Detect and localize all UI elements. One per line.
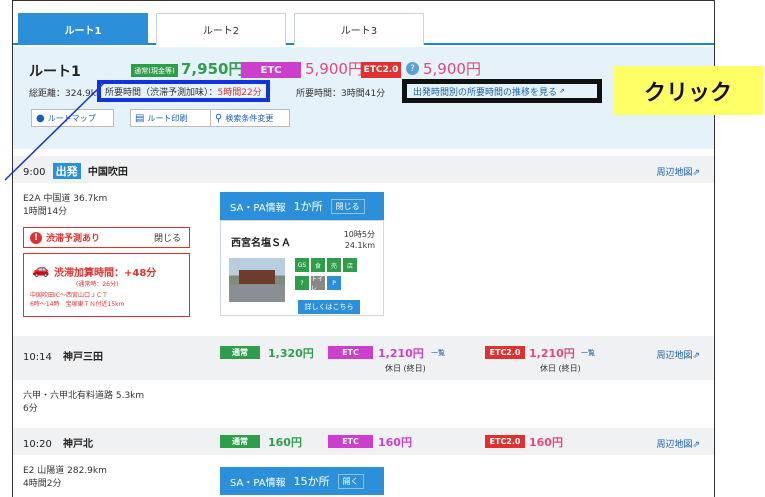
stop-row: 9:00 出発 中国吹田 周辺地図⇗ xyxy=(13,156,714,183)
normal-toll-price: 160円 xyxy=(268,436,302,449)
stop-time: 10:20 xyxy=(23,439,52,450)
car-icon: 🚗 xyxy=(32,262,50,278)
sa-details-button[interactable]: 詳しくはこちら xyxy=(298,300,360,314)
etc-fare-badge: ETC xyxy=(241,62,301,78)
congestion-forecast-toggle[interactable]: ! 渋滞予測あり 閉じる xyxy=(23,227,190,248)
route-result-panel: ルート1 ルート2 ルート3 ルート1 通常(現金等) 7,950円 ETC 5… xyxy=(12,0,715,497)
nearby-map-link-label[interactable]: 周辺地図 xyxy=(656,440,692,450)
stop-name: 神戸北 xyxy=(63,439,94,450)
etc2-toll-price: 1,210円 xyxy=(529,347,575,360)
sa-pa-count: 1か所 xyxy=(293,200,323,213)
travel-time-label: 所要時間（渋滞予測加味）： xyxy=(105,87,218,98)
route-tabs: ルート1 ルート2 ルート3 xyxy=(13,1,714,45)
etc2-toll-badge: ETC2.0 xyxy=(485,346,525,359)
stop-time: 10:14 xyxy=(23,352,52,363)
change-search-button[interactable]: ⚲ 検索条件変更 xyxy=(210,109,290,127)
tab-route-1[interactable]: ルート1 xyxy=(18,13,148,45)
alert-icon: ! xyxy=(30,231,42,244)
congestion-added-time: 渋滞加算時間：+48分 xyxy=(54,268,157,279)
sa-pa-panel-header[interactable]: SA・PA情報 15か所 開く xyxy=(220,467,384,495)
etc-fare-price: 5,900円 xyxy=(305,60,363,78)
segment-duration: 6分 xyxy=(23,404,38,414)
sa-pa-open-button[interactable]: 開く xyxy=(337,473,364,489)
tab-route-3[interactable]: ルート3 xyxy=(294,13,424,45)
printer-icon: ▤ xyxy=(135,112,145,124)
sa-pa-close-button[interactable]: 閉じる xyxy=(330,198,365,214)
route-title: ルート1 xyxy=(29,64,81,80)
change-search-button-label: 検索条件変更 xyxy=(225,113,274,123)
segment-road: 六甲・六甲北有料道路 5.3km xyxy=(23,391,145,401)
etc-list-link[interactable]: 一覧 xyxy=(431,348,445,358)
normal-fare-price: 7,950円 xyxy=(181,60,244,78)
nearby-map-link[interactable]: 周辺地図⇗ xyxy=(656,348,700,361)
normal-toll-badge: 通常 xyxy=(220,346,260,359)
info-icon: ? xyxy=(295,276,309,290)
sa-name: 西宮名塩ＳＡ xyxy=(231,238,291,249)
etc2-list-link[interactable]: 一覧 xyxy=(581,348,595,358)
etc2-toll-badge: ETC2.0 xyxy=(485,435,525,448)
route-print-button-label: ルート印刷 xyxy=(147,113,188,123)
etc-toll-badge: ETC xyxy=(328,346,373,359)
segment-duration: 4時間2分 xyxy=(23,479,62,489)
congestion-time-location: 6時～14時 宝塚東ＴＮ付近15km xyxy=(30,301,125,308)
travel-time-value: 5時間22分 xyxy=(217,87,262,98)
restaurant-icon: 食 xyxy=(311,258,325,272)
sa-pa-title: SA・PA情報 xyxy=(230,477,286,489)
nearby-map-link[interactable]: 周辺地図⇗ xyxy=(656,165,700,178)
stop-row: 10:14 神戸三田 通常 1,320円 ETC 1,210円 一覧 休日 (終… xyxy=(13,336,714,380)
nearby-map-link[interactable]: 周辺地図⇗ xyxy=(656,437,700,450)
etc2-fare-price: 5,900円 xyxy=(423,60,481,78)
congestion-section: 中国吹田IC～西宮山口ＪＣＴ xyxy=(30,292,108,299)
store-icon: 店 xyxy=(343,258,357,272)
etc2-fare-badge: ETC2.0 xyxy=(361,62,401,78)
etc-toll-price: 160円 xyxy=(378,436,412,449)
stop-name: 神戸三田 xyxy=(63,352,104,363)
nearby-map-link-label[interactable]: 周辺地図 xyxy=(656,351,692,361)
nearby-map-link-label[interactable]: 周辺地図 xyxy=(656,168,692,178)
normal-toll-badge: 通常 xyxy=(220,435,260,448)
search-icon: ⚲ xyxy=(215,112,223,124)
etc-holiday-note: 休日 (終日) xyxy=(385,364,426,373)
route-print-button[interactable]: ▤ ルート印刷 xyxy=(130,109,212,127)
time-trend-link-label[interactable]: 出発時間別の所要時間の推移を見る xyxy=(413,85,557,98)
segment-road: E2 山陽道 282.9km xyxy=(23,466,107,476)
etc2-holiday-note: 休日 (終日) xyxy=(540,364,581,373)
sa-pa-count: 15か所 xyxy=(293,475,330,488)
normal-fare-badge: 通常(現金等) xyxy=(131,64,178,77)
sa-pa-card: 西宮名塩ＳＡ 10時5分 24.1km GS 食 売 店 ? トイレ P 詳しく… xyxy=(220,220,384,316)
segment-duration: 1時間14分 xyxy=(23,207,68,217)
toilet-icon: トイレ xyxy=(311,276,325,292)
segment-row: 六甲・六甲北有料道路 5.3km 6分 xyxy=(13,380,714,428)
etc2-toll-price: 160円 xyxy=(529,436,563,449)
time-trend-link[interactable]: 出発時間別の所要時間の推移を見る ⇗ xyxy=(402,79,602,103)
congestion-forecast-label: 渋滞予測あり xyxy=(46,234,101,244)
click-callout: クリック xyxy=(613,66,763,115)
normal-toll-price: 1,320円 xyxy=(268,347,314,360)
gas-station-icon: GS xyxy=(295,258,309,272)
sa-photo xyxy=(229,258,285,302)
sa-arrival-time: 10時5分 xyxy=(343,230,375,239)
sa-pa-title: SA・PA情報 xyxy=(230,202,286,214)
congestion-normal-time: (通常時：26分) xyxy=(76,281,119,288)
congestion-detail: 🚗 渋滞加算時間：+48分 (通常時：26分) 中国吹田IC～西宮山口ＪＣＴ 6… xyxy=(23,253,190,317)
route-summary: ルート1 通常(現金等) 7,950円 ETC 5,900円 ETC2.0 ? … xyxy=(13,47,714,149)
sa-distance: 24.1km xyxy=(344,241,375,250)
travel-time-with-congestion: 所要時間（渋滞予測加味）： 5時間22分 xyxy=(97,80,270,102)
tab-route-2[interactable]: ルート2 xyxy=(156,13,286,45)
etc-toll-price: 1,210円 xyxy=(378,347,424,360)
stop-row: 10:20 神戸北 通常 160円 ETC 160円 ETC2.0 160円 周… xyxy=(13,428,714,455)
shop-icon: 売 xyxy=(327,258,341,272)
help-icon[interactable]: ? xyxy=(406,62,419,75)
travel-time-normal: 所要時間：3時間41分 xyxy=(296,89,386,99)
congestion-close-button[interactable]: 閉じる xyxy=(154,231,181,244)
sa-pa-panel-header[interactable]: SA・PA情報 1か所 閉じる xyxy=(220,192,384,220)
etc-toll-badge: ETC xyxy=(328,435,373,448)
parking-icon: P xyxy=(327,276,341,290)
annotation-pointer-line xyxy=(4,81,106,181)
external-link-icon: ⇗ xyxy=(559,87,565,95)
